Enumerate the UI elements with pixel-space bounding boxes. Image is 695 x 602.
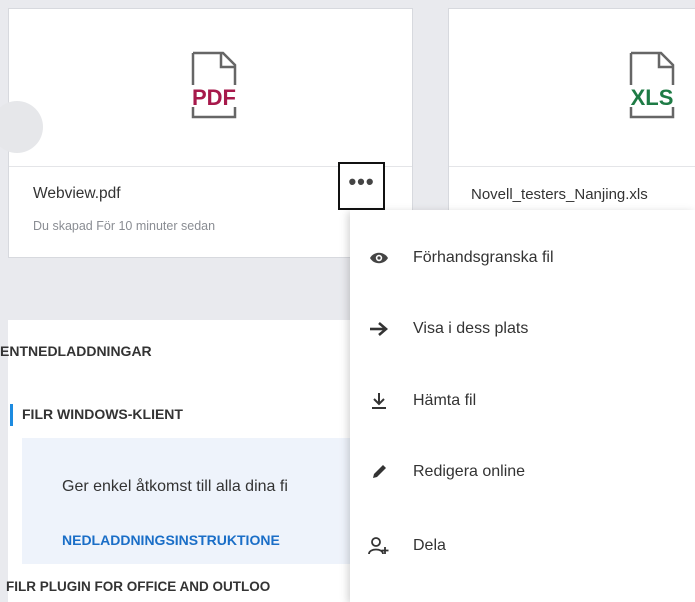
file-card-novell-testers[interactable]: XLS Novell_testers_Nanjing.xls — [448, 8, 695, 213]
menu-item-download[interactable]: Hämta fil — [350, 371, 695, 431]
file-name[interactable]: Novell_testers_Nanjing.xls — [471, 186, 648, 203]
file-meta: Du skapad För 10 minuter sedan — [33, 219, 216, 233]
download-icon — [368, 390, 390, 412]
menu-item-preview[interactable]: Förhandsgranska fil — [350, 228, 695, 288]
pencil-icon — [368, 461, 390, 483]
section-label-windows-client: FILR WINDOWS-KLIENT — [22, 406, 183, 422]
menu-item-label: Hämta fil — [413, 392, 477, 409]
more-options-button[interactable]: ••• — [338, 162, 385, 210]
menu-item-label: Förhandsgranska fil — [413, 249, 554, 266]
section-label-office-plugin[interactable]: FILR PLUGIN FOR OFFICE AND OUTLOO — [6, 579, 270, 594]
share-user-icon — [368, 535, 390, 557]
menu-item-label: Visa i dess plats — [413, 320, 529, 337]
pdf-label: PDF — [192, 85, 236, 110]
eye-icon — [368, 247, 390, 269]
menu-item-label: Dela — [413, 537, 446, 554]
windows-client-description: Ger enkel åtkomst till alla dina fi — [62, 478, 288, 495]
menu-item-show-location[interactable]: Visa i dess plats — [350, 299, 695, 359]
download-instructions-link[interactable]: NEDLADDNINGSINSTRUKTIONE — [62, 532, 280, 548]
context-menu: Förhandsgranska fil Visa i dess plats Hä… — [350, 210, 695, 602]
arrow-right-icon — [368, 318, 390, 340]
file-thumbnail: XLS — [449, 9, 695, 167]
carousel-prev-button[interactable] — [0, 101, 43, 153]
downloads-title: ENTNEDLADDNINGAR — [0, 343, 152, 359]
menu-item-label: Redigera online — [413, 463, 526, 480]
pdf-file-icon: PDF — [191, 51, 237, 119]
menu-item-edit-online[interactable]: Redigera online — [350, 442, 695, 502]
file-name[interactable]: Webview.pdf — [33, 185, 121, 203]
xls-file-icon: XLS — [629, 51, 675, 119]
file-thumbnail: PDF — [0, 9, 412, 167]
menu-item-share[interactable]: Dela — [350, 516, 695, 576]
section-accent-bar — [10, 404, 13, 426]
xls-label: XLS — [631, 85, 674, 110]
